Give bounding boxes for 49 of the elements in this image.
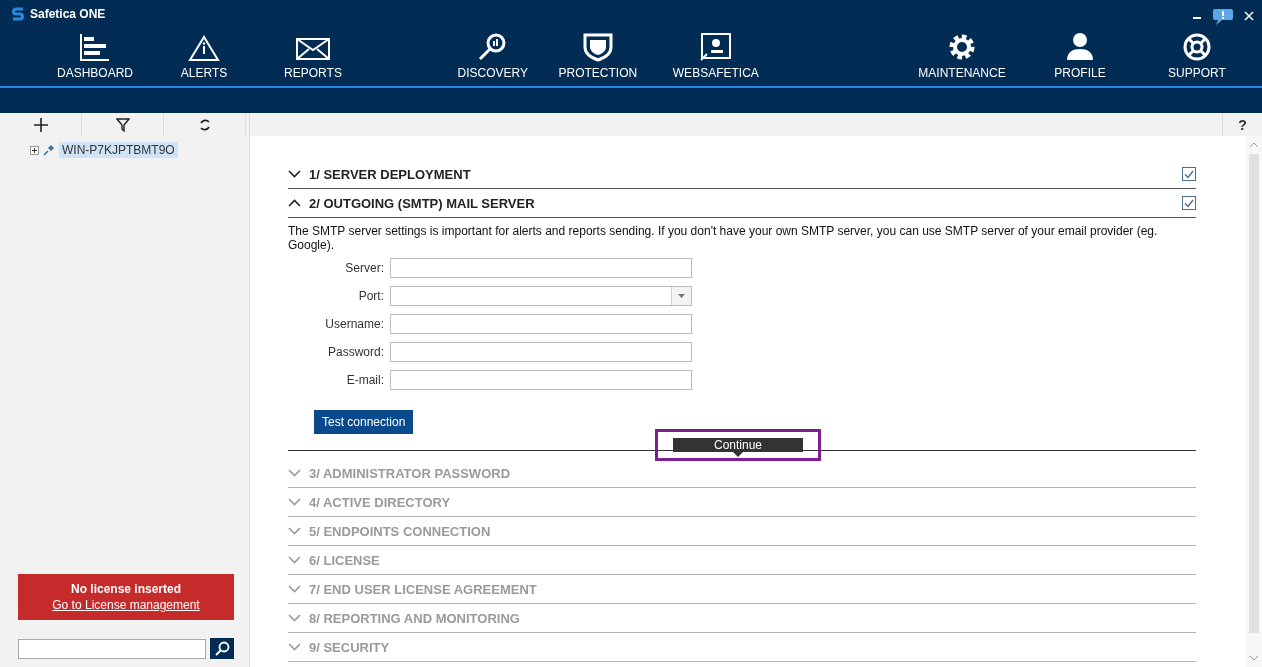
nav-item[interactable]: ALERTS [150,28,258,86]
logo-icon [12,7,24,21]
plug-icon [43,144,55,156]
notification-icon[interactable] [1212,6,1234,26]
person-icon [1064,32,1096,62]
section-description: The SMTP server settings is important for alerts and reports sending. If you don't have your own SMTP server, you can use SMTP server of your email provider (eg. Google). [288,224,1159,252]
warning-icon [187,34,221,62]
search-icon [214,640,230,657]
tree-item[interactable]: WIN-P7KJPTBMT9O [59,142,178,158]
license-warning: No license inserted [70,582,181,596]
field-label: Server: [344,261,385,275]
bar-chart-icon [78,32,112,62]
search-button[interactable] [210,638,234,659]
nav-item[interactable]: DISCOVERY [437,28,548,86]
license-link[interactable]: Go to License management [52,598,200,612]
nav-item[interactable]: PROFILE [1028,28,1132,86]
input-field[interactable] [390,370,692,390]
port-dropdown[interactable] [390,286,692,306]
lifebuoy-icon [1181,32,1213,62]
field-label: Port: [357,289,385,303]
nav-item[interactable]: REPORTS [258,28,368,86]
nav-item[interactable]: MAINTENANCE [896,28,1028,86]
scroll-down-icon[interactable] [1249,655,1259,661]
section-header[interactable]: 1/ SERVER DEPLOYMENT [288,160,1196,189]
scroll-up-icon[interactable] [1249,142,1259,148]
search-field[interactable] [18,638,206,659]
field-label: E-mail: [345,373,385,387]
pointer-icon [733,452,743,457]
nav-item[interactable]: WEBSAFETICA [647,28,784,86]
nav-item[interactable]: DASHBOARD [40,28,150,86]
nav-item[interactable]: PROTECTION [547,28,648,86]
field-label: Username: [324,317,385,331]
input-field[interactable] [390,314,692,334]
test-connection-button[interactable]: Test connection [314,410,414,434]
nav-item[interactable]: SUPPORT [1132,28,1262,86]
expand-icon[interactable] [30,145,39,155]
shield-icon [581,32,614,62]
scrollbar[interactable] [1246,136,1262,667]
plus-icon [32,116,49,133]
close-icon[interactable] [1244,11,1254,21]
envelope-icon [295,36,331,62]
section-header[interactable]: 2/ OUTGOING (SMTP) MAIL SERVER [288,189,1196,218]
window-title: Safetica ONE [30,7,106,21]
input-field[interactable] [390,258,692,278]
filter-icon [115,117,130,132]
caret-icon [678,294,685,298]
field-label: Password: [326,345,385,359]
password-field[interactable] [390,342,692,362]
refresh-icon [197,117,212,132]
